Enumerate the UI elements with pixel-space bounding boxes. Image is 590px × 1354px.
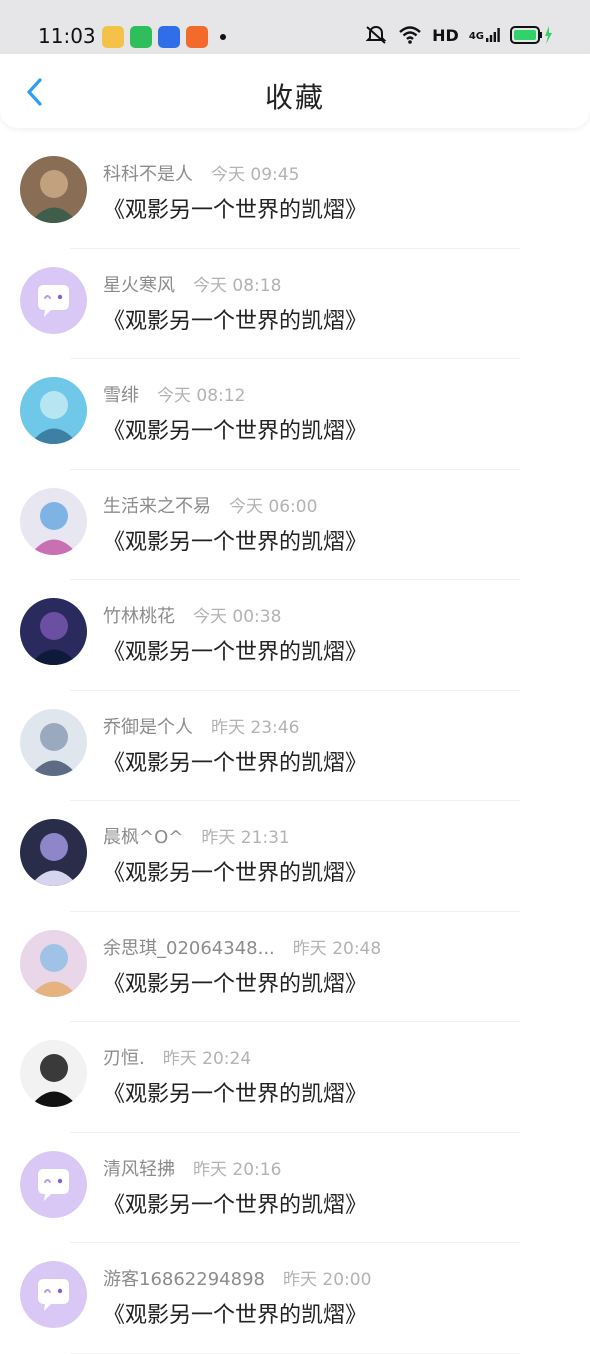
- avatar[interactable]: [20, 266, 87, 334]
- user-name[interactable]: 游客16862294898: [103, 1265, 265, 1291]
- list-item[interactable]: 清风轻拂 昨天 20:16 《观影另一个世界的凯熠》: [0, 1133, 590, 1243]
- timestamp: 今天 08:18: [193, 275, 282, 296]
- system-icons: HD 4G: [364, 24, 554, 46]
- user-name[interactable]: 刃恒.: [103, 1044, 145, 1070]
- mute-icon: [365, 25, 387, 44]
- shop-app-icon: [186, 26, 208, 48]
- item-meta: 清风轻拂 昨天 20:16: [103, 1155, 281, 1181]
- page-title: 收藏: [264, 81, 325, 114]
- divider: [70, 1352, 520, 1354]
- avatar-photo: [20, 1040, 87, 1107]
- list-item[interactable]: 竹林桃花 今天 00:38 《观影另一个世界的凯熠》: [0, 580, 590, 691]
- item-meta: 游客16862294898 昨天 20:00: [103, 1265, 371, 1291]
- list-item[interactable]: 余思琪_02064348... 昨天 20:48 《观影另一个世界的凯熠》: [0, 912, 590, 1022]
- avatar[interactable]: [20, 1150, 87, 1218]
- timestamp: 昨天 23:46: [211, 717, 300, 738]
- work-title[interactable]: 《观影另一个世界的凯熠》: [103, 745, 367, 777]
- work-title[interactable]: 《观影另一个世界的凯熠》: [103, 303, 367, 335]
- work-title[interactable]: 《观影另一个世界的凯熠》: [103, 1187, 367, 1219]
- user-name[interactable]: 晨枫^O^: [103, 823, 183, 849]
- list-item[interactable]: 科科不是人 今天 09:45 《观影另一个世界的凯熠》: [0, 138, 590, 249]
- favorites-list: 科科不是人 今天 09:45 《观影另一个世界的凯熠》 星火寒风 今天 08:18 《观影…: [0, 138, 590, 1354]
- list-item[interactable]: 生活来之不易 今天 06:00 《观影另一个世界的凯熠》: [0, 470, 590, 580]
- list-item[interactable]: 乔御是个人 昨天 23:46 《观影另一个世界的凯熠》: [0, 691, 590, 801]
- hd-label: HD: [432, 25, 459, 45]
- avatar[interactable]: [20, 487, 87, 555]
- user-name[interactable]: 余思琪_02064348...: [103, 934, 275, 960]
- work-title[interactable]: 《观影另一个世界的凯熠》: [103, 524, 367, 556]
- avatar-photo: [20, 487, 87, 555]
- user-name[interactable]: 雪绯: [103, 381, 139, 407]
- app-header: 收藏: [0, 54, 590, 128]
- user-name[interactable]: 生活来之不易: [103, 492, 211, 518]
- timestamp: 昨天 20:00: [282, 1270, 372, 1290]
- default-avatar-icon: [20, 1150, 87, 1218]
- item-meta: 雪绯 今天 08:12: [103, 381, 245, 407]
- work-title[interactable]: 《观影另一个世界的凯熠》: [103, 192, 367, 224]
- avatar-photo: [20, 819, 87, 886]
- avatar[interactable]: [20, 929, 87, 997]
- avatar-photo: [20, 156, 87, 223]
- work-title[interactable]: 《观影另一个世界的凯熠》: [103, 966, 367, 998]
- list-item[interactable]: 雪绯 今天 08:12 《观影另一个世界的凯熠》: [0, 359, 590, 470]
- user-name[interactable]: 竹林桃花: [103, 602, 175, 628]
- avatar-photo: [20, 598, 87, 665]
- timestamp: 昨天 21:31: [201, 828, 290, 848]
- notification-icons: [102, 26, 226, 48]
- work-title[interactable]: 《观影另一个世界的凯熠》: [103, 1076, 367, 1108]
- video-app-icon: [130, 26, 152, 48]
- list-item[interactable]: 晨枫^O^ 昨天 21:31 《观影另一个世界的凯熠》: [0, 801, 590, 912]
- status-bar: 11:03 HD 4G: [0, 0, 590, 56]
- item-meta: 竹林桃花 今天 00:38: [103, 602, 281, 628]
- timestamp: 昨天 20:24: [162, 1049, 252, 1069]
- avatar-photo: [20, 708, 87, 776]
- avatar[interactable]: [20, 1040, 87, 1107]
- item-meta: 科科不是人 今天 09:45: [103, 160, 299, 186]
- item-meta: 生活来之不易 今天 06:00: [103, 492, 317, 518]
- user-name[interactable]: 乔御是个人: [103, 713, 193, 739]
- wifi-icon: [399, 26, 421, 44]
- work-title[interactable]: 《观影另一个世界的凯熠》: [103, 1297, 367, 1329]
- work-title[interactable]: 《观影另一个世界的凯熠》: [103, 634, 367, 666]
- avatar[interactable]: [20, 819, 87, 886]
- list-item[interactable]: 游客16862294898 昨天 20:00 《观影另一个世界的凯熠》: [0, 1243, 590, 1354]
- item-meta: 晨枫^O^ 昨天 21:31: [103, 823, 290, 849]
- signal-icon: 4G: [469, 28, 500, 42]
- weibo-app-icon: [102, 26, 124, 48]
- avatar[interactable]: [20, 377, 87, 444]
- default-avatar-icon: [20, 1261, 87, 1328]
- work-title[interactable]: 《观影另一个世界的凯熠》: [103, 855, 367, 887]
- user-name[interactable]: 清风轻拂: [103, 1155, 175, 1181]
- item-meta: 乔御是个人 昨天 23:46: [103, 713, 299, 739]
- item-meta: 刃恒. 昨天 20:24: [103, 1044, 251, 1070]
- timestamp: 今天 09:45: [211, 165, 300, 185]
- avatar-photo: [20, 929, 87, 997]
- timestamp: 昨天 20:16: [193, 1159, 282, 1180]
- avatar[interactable]: [20, 156, 87, 223]
- user-name[interactable]: 科科不是人: [103, 160, 193, 186]
- avatar[interactable]: [20, 708, 87, 776]
- avatar-photo: [20, 377, 87, 444]
- status-time: 11:03: [38, 24, 96, 48]
- avatar[interactable]: [20, 1261, 87, 1328]
- work-title[interactable]: 《观影另一个世界的凯熠》: [103, 413, 367, 445]
- item-meta: 星火寒风 今天 08:18: [103, 271, 281, 297]
- item-meta: 余思琪_02064348... 昨天 20:48: [103, 934, 381, 960]
- list-item[interactable]: 刃恒. 昨天 20:24 《观影另一个世界的凯熠》: [0, 1022, 590, 1133]
- more-notifications-dot: [220, 34, 226, 40]
- avatar[interactable]: [20, 598, 87, 665]
- timestamp: 今天 08:12: [157, 386, 246, 406]
- list-item[interactable]: 星火寒风 今天 08:18 《观影另一个世界的凯熠》: [0, 249, 590, 359]
- timestamp: 今天 00:38: [193, 607, 282, 627]
- battery-icon: [510, 26, 552, 44]
- user-name[interactable]: 星火寒风: [103, 271, 175, 297]
- default-avatar-icon: [20, 266, 87, 334]
- baidu-app-icon: [158, 26, 180, 48]
- timestamp: 今天 06:00: [229, 496, 318, 517]
- timestamp: 昨天 20:48: [292, 938, 382, 959]
